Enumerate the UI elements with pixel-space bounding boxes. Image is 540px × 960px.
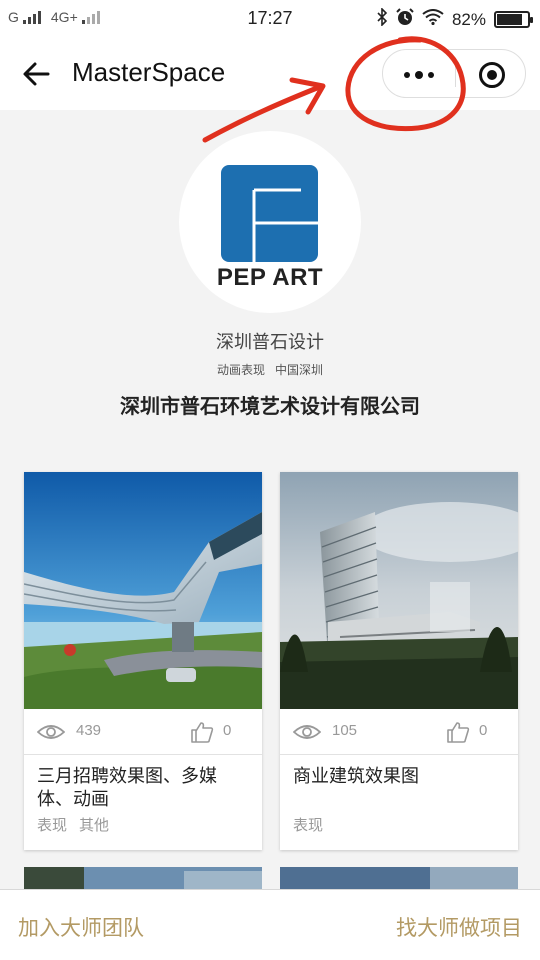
pep-art-logo-mark	[221, 165, 318, 262]
eye-icon	[37, 725, 65, 739]
logo-wordmark: PEP ART	[216, 264, 324, 291]
battery-icon	[494, 11, 533, 28]
wifi-icon	[422, 9, 444, 30]
join-team-button[interactable]: 加入大师团队	[18, 912, 144, 942]
project-tag: 表现	[293, 817, 324, 834]
card-stats: 439 0	[24, 709, 262, 755]
project-tag: 其他	[79, 817, 110, 834]
card-stats: 105 0	[280, 709, 518, 755]
project-thumbnail[interactable]	[280, 472, 518, 709]
project-card[interactable]: 439 0 三月招聘效果图、多媒体、动画 表现 其他	[24, 472, 262, 850]
status-right: 82%	[376, 7, 533, 31]
bluetooth-icon	[376, 7, 388, 31]
studio-tags: 动画表现 中国深圳	[0, 361, 540, 378]
like-count: 0	[479, 722, 488, 739]
alarm-icon	[396, 8, 414, 31]
hire-master-button[interactable]: 找大师做项目	[396, 912, 522, 942]
project-title[interactable]: 三月招聘效果图、多媒体、动画	[37, 765, 249, 811]
project-tags: 表现	[293, 814, 323, 835]
company-logo: PEP ART	[179, 131, 361, 313]
bottom-action-bar: 加入大师团队 找大师做项目	[0, 889, 540, 960]
project-tags: 表现 其他	[37, 814, 109, 835]
nav-bar: MasterSpace	[0, 38, 540, 110]
studio-tag: 动画表现	[216, 363, 265, 377]
more-icon[interactable]	[383, 50, 455, 99]
page-title: MasterSpace	[72, 57, 226, 87]
project-title[interactable]: 商业建筑效果图	[293, 765, 505, 788]
thumbs-up-icon[interactable]	[446, 720, 470, 744]
studio-name: 深圳普石设计	[216, 332, 324, 352]
close-target-icon[interactable]	[456, 50, 527, 99]
status-bar: G 4G+ 17:27 82%	[0, 0, 540, 38]
eye-icon	[293, 725, 321, 739]
company-name: 深圳市普石环境艺术设计有限公司	[120, 396, 420, 418]
like-count: 0	[223, 722, 232, 739]
studio-tag: 中国深圳	[275, 363, 324, 377]
mini-program-capsule	[382, 49, 526, 98]
battery-percent: 82%	[451, 9, 486, 29]
project-tag: 表现	[37, 817, 68, 834]
project-card[interactable]: 105 0 商业建筑效果图 表现	[280, 472, 518, 850]
back-arrow-icon[interactable]	[20, 56, 56, 92]
view-count: 439	[76, 722, 102, 739]
project-thumbnail[interactable]	[24, 472, 262, 709]
view-count: 105	[332, 722, 358, 739]
thumbs-up-icon[interactable]	[190, 720, 214, 744]
